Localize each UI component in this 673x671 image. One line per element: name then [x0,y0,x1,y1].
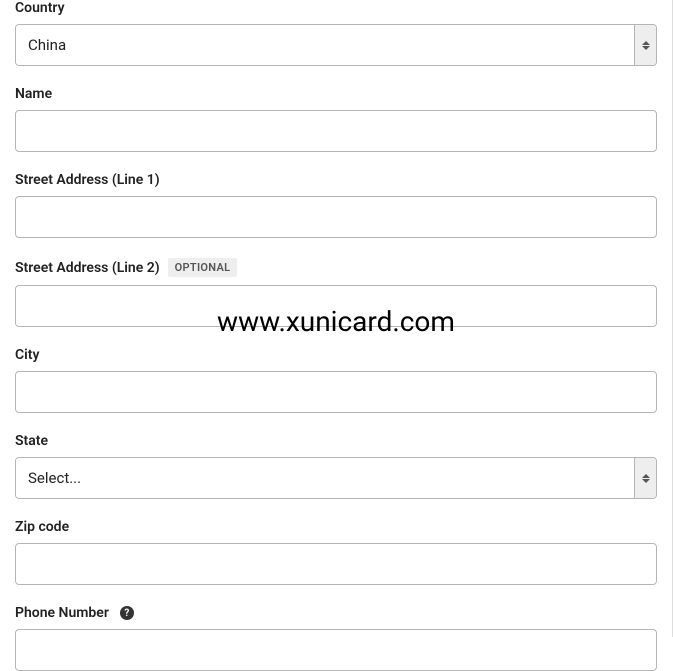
city-input[interactable] [15,371,657,413]
country-select-stepper[interactable] [634,25,656,65]
zip-input[interactable] [15,543,657,585]
help-icon[interactable]: ? [120,606,134,620]
name-label: Name [15,86,657,102]
state-group: State Select... [15,433,657,499]
chevron-down-icon [642,479,650,483]
street1-label: Street Address (Line 1) [15,172,657,188]
zip-label: Zip code [15,519,657,535]
city-label: City [15,347,657,363]
city-group: City [15,347,657,413]
phone-group: Phone Number ? [15,605,657,671]
country-select-value[interactable]: China [16,25,634,65]
street1-group: Street Address (Line 1) [15,172,657,238]
phone-label-row: Phone Number ? [15,605,657,621]
state-select[interactable]: Select... [15,457,657,499]
street2-label: Street Address (Line 2) [15,260,160,276]
state-label: State [15,433,657,449]
zip-group: Zip code [15,519,657,585]
state-select-stepper[interactable] [634,458,656,498]
chevron-up-icon [642,41,650,45]
street2-group: Street Address (Line 2) OPTIONAL [15,258,657,327]
name-group: Name [15,86,657,152]
street2-input[interactable] [15,285,657,327]
country-group: Country China [15,0,657,66]
country-label: Country [15,0,657,16]
street1-input[interactable] [15,196,657,238]
optional-badge: OPTIONAL [168,258,238,277]
country-select[interactable]: China [15,24,657,66]
address-form: Country China Name Street Address (Line … [0,0,672,671]
state-select-value[interactable]: Select... [16,458,634,498]
chevron-down-icon [642,46,650,50]
street2-label-row: Street Address (Line 2) OPTIONAL [15,258,657,277]
name-input[interactable] [15,110,657,152]
chevron-up-icon [642,474,650,478]
phone-label: Phone Number [15,605,109,621]
phone-input[interactable] [15,629,657,671]
